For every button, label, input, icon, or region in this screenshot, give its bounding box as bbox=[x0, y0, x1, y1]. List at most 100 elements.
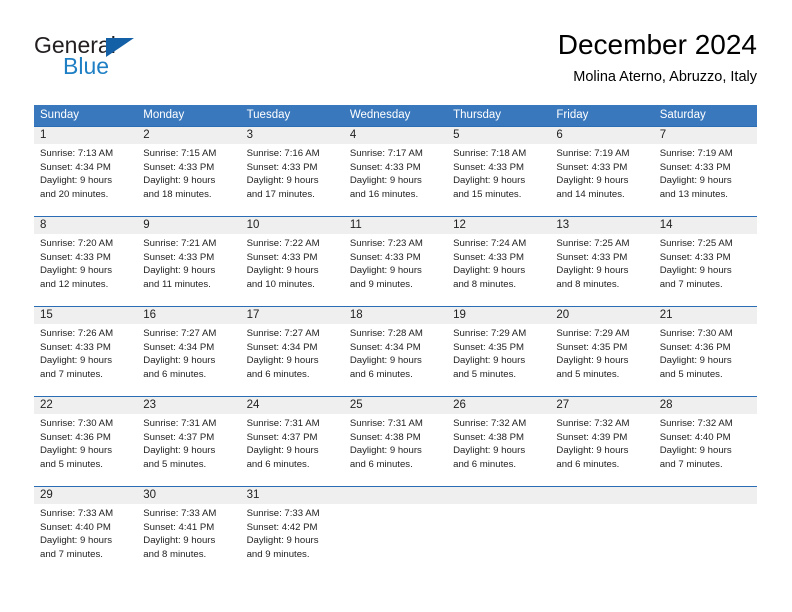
day-number-band: 4 bbox=[343, 127, 448, 144]
sunrise-text: Sunrise: 7:33 AM bbox=[40, 508, 114, 519]
sunrise-text: Sunrise: 7:31 AM bbox=[349, 418, 423, 429]
day-cell[interactable]: 30 Sunrise: 7:33 AM Sunset: 4:41 PM Dayl… bbox=[137, 487, 241, 576]
sunrise-text: Sunrise: 7:18 AM bbox=[453, 148, 527, 159]
sunset-text: Sunset: 4:33 PM bbox=[453, 251, 525, 263]
day-details: Sunrise: 7:33 AM Sunset: 4:40 PM Dayligh… bbox=[34, 504, 137, 561]
day-number-band: 26 bbox=[447, 397, 551, 414]
sunrise-text: Sunrise: 7:16 AM bbox=[246, 148, 320, 159]
day-number-band: 28 bbox=[653, 397, 757, 414]
week-row: 22 Sunrise: 7:30 AM Sunset: 4:36 PM Dayl… bbox=[34, 396, 757, 486]
page-subtitle: Molina Aterno, Abruzzo, Italy bbox=[573, 69, 757, 85]
day-number-band: 15 bbox=[34, 307, 138, 324]
day-details: Sunrise: 7:31 AM Sunset: 4:37 PM Dayligh… bbox=[241, 414, 344, 471]
day-cell[interactable]: 5 Sunrise: 7:18 AM Sunset: 4:33 PM Dayli… bbox=[447, 127, 551, 216]
daylight-text-line2: and 8 minutes. bbox=[556, 278, 620, 290]
day-cell[interactable]: 14 Sunrise: 7:25 AM Sunset: 4:33 PM Dayl… bbox=[653, 217, 757, 306]
daylight-text-line2: and 5 minutes. bbox=[40, 458, 103, 470]
day-cell-empty bbox=[447, 487, 551, 576]
day-number-band: 20 bbox=[550, 307, 654, 324]
day-number-band: 17 bbox=[240, 307, 344, 324]
day-cell[interactable]: 1 Sunrise: 7:13 AM Sunset: 4:34 PM Dayli… bbox=[34, 127, 138, 216]
day-cell[interactable]: 22 Sunrise: 7:30 AM Sunset: 4:36 PM Dayl… bbox=[34, 397, 138, 486]
day-cell[interactable]: 7 Sunrise: 7:19 AM Sunset: 4:33 PM Dayli… bbox=[653, 127, 757, 216]
day-details: Sunrise: 7:27 AM Sunset: 4:34 PM Dayligh… bbox=[137, 324, 240, 381]
daylight-text-line1: Daylight: 9 hours bbox=[453, 355, 526, 367]
day-cell[interactable]: 31 Sunrise: 7:33 AM Sunset: 4:42 PM Dayl… bbox=[240, 487, 344, 576]
day-details: Sunrise: 7:25 AM Sunset: 4:33 PM Dayligh… bbox=[550, 234, 653, 291]
day-cell[interactable]: 9 Sunrise: 7:21 AM Sunset: 4:33 PM Dayli… bbox=[137, 217, 241, 306]
day-cell[interactable]: 26 Sunrise: 7:32 AM Sunset: 4:38 PM Dayl… bbox=[447, 397, 551, 486]
day-number-band: 8 bbox=[34, 217, 138, 234]
empty-day-band bbox=[550, 487, 654, 504]
day-number-band: 2 bbox=[137, 127, 241, 144]
day-cell[interactable]: 25 Sunrise: 7:31 AM Sunset: 4:38 PM Dayl… bbox=[343, 397, 448, 486]
sunrise-text: Sunrise: 7:30 AM bbox=[659, 328, 733, 339]
sunset-text: Sunset: 4:33 PM bbox=[143, 161, 215, 173]
sunset-text: Sunset: 4:34 PM bbox=[143, 341, 215, 353]
day-cell[interactable]: 11 Sunrise: 7:23 AM Sunset: 4:33 PM Dayl… bbox=[343, 217, 448, 306]
day-cell[interactable]: 2 Sunrise: 7:15 AM Sunset: 4:33 PM Dayli… bbox=[137, 127, 241, 216]
day-cell[interactable]: 17 Sunrise: 7:27 AM Sunset: 4:34 PM Dayl… bbox=[240, 307, 344, 396]
day-details: Sunrise: 7:25 AM Sunset: 4:33 PM Dayligh… bbox=[654, 234, 757, 291]
daylight-text-line2: and 7 minutes. bbox=[40, 548, 103, 560]
day-details: Sunrise: 7:29 AM Sunset: 4:35 PM Dayligh… bbox=[447, 324, 550, 381]
weekday-header-saturday: Saturday bbox=[659, 109, 706, 121]
week-row: 29 Sunrise: 7:33 AM Sunset: 4:40 PM Dayl… bbox=[34, 486, 757, 576]
logo-text-blue: Blue bbox=[63, 53, 110, 79]
logo-triangle-icon bbox=[106, 38, 134, 57]
day-cell[interactable]: 16 Sunrise: 7:27 AM Sunset: 4:34 PM Dayl… bbox=[137, 307, 241, 396]
day-cell[interactable]: 23 Sunrise: 7:31 AM Sunset: 4:37 PM Dayl… bbox=[137, 397, 241, 486]
day-number: 3 bbox=[246, 129, 253, 141]
day-cell[interactable]: 20 Sunrise: 7:29 AM Sunset: 4:35 PM Dayl… bbox=[550, 307, 654, 396]
sunset-text: Sunset: 4:39 PM bbox=[556, 431, 628, 443]
day-number: 13 bbox=[556, 219, 570, 231]
daylight-text-line1: Daylight: 9 hours bbox=[143, 355, 216, 367]
calendar-page: General Blue December 2024 Molina Aterno… bbox=[0, 0, 792, 612]
day-number: 22 bbox=[40, 399, 53, 411]
daylight-text-line2: and 6 minutes. bbox=[143, 368, 207, 380]
daylight-text-line1: Daylight: 9 hours bbox=[40, 175, 112, 187]
daylight-text-line1: Daylight: 9 hours bbox=[556, 265, 629, 277]
week-row: 8 Sunrise: 7:20 AM Sunset: 4:33 PM Dayli… bbox=[34, 216, 757, 306]
sunrise-text: Sunrise: 7:17 AM bbox=[349, 148, 423, 159]
day-cell[interactable]: 3 Sunrise: 7:16 AM Sunset: 4:33 PM Dayli… bbox=[240, 127, 344, 216]
day-cell[interactable]: 15 Sunrise: 7:26 AM Sunset: 4:33 PM Dayl… bbox=[34, 307, 138, 396]
sunrise-text: Sunrise: 7:25 AM bbox=[659, 238, 733, 249]
general-blue-logo[interactable]: General Blue bbox=[34, 32, 234, 88]
day-number: 1 bbox=[40, 129, 47, 141]
day-number: 24 bbox=[246, 399, 260, 411]
daylight-text-line2: and 5 minutes. bbox=[659, 368, 723, 380]
day-number: 10 bbox=[246, 219, 260, 231]
week-row: 15 Sunrise: 7:26 AM Sunset: 4:33 PM Dayl… bbox=[34, 306, 757, 396]
day-details: Sunrise: 7:24 AM Sunset: 4:33 PM Dayligh… bbox=[447, 234, 550, 291]
daylight-text-line1: Daylight: 9 hours bbox=[659, 175, 732, 187]
day-cell[interactable]: 13 Sunrise: 7:25 AM Sunset: 4:33 PM Dayl… bbox=[550, 217, 654, 306]
day-details: Sunrise: 7:23 AM Sunset: 4:33 PM Dayligh… bbox=[344, 234, 447, 291]
sunset-text: Sunset: 4:36 PM bbox=[659, 341, 731, 353]
daylight-text-line1: Daylight: 9 hours bbox=[143, 265, 216, 277]
day-cell[interactable]: 4 Sunrise: 7:17 AM Sunset: 4:33 PM Dayli… bbox=[343, 127, 448, 216]
day-cell[interactable]: 12 Sunrise: 7:24 AM Sunset: 4:33 PM Dayl… bbox=[447, 217, 551, 306]
day-cell[interactable]: 19 Sunrise: 7:29 AM Sunset: 4:35 PM Dayl… bbox=[447, 307, 551, 396]
day-number: 4 bbox=[349, 129, 357, 141]
weekday-header-tuesday: Tuesday bbox=[246, 109, 291, 121]
daylight-text-line1: Daylight: 9 hours bbox=[453, 265, 526, 277]
day-number-band: 24 bbox=[240, 397, 344, 414]
day-number: 30 bbox=[143, 489, 157, 501]
day-cell[interactable]: 29 Sunrise: 7:33 AM Sunset: 4:40 PM Dayl… bbox=[34, 487, 138, 576]
day-cell[interactable]: 21 Sunrise: 7:30 AM Sunset: 4:36 PM Dayl… bbox=[653, 307, 757, 396]
day-number-band: 25 bbox=[343, 397, 448, 414]
day-cell[interactable]: 6 Sunrise: 7:19 AM Sunset: 4:33 PM Dayli… bbox=[550, 127, 654, 216]
daylight-text-line2: and 12 minutes. bbox=[40, 278, 109, 290]
sunset-text: Sunset: 4:38 PM bbox=[453, 431, 525, 443]
sunset-text: Sunset: 4:33 PM bbox=[40, 251, 111, 263]
title-block: December 2024 Molina Aterno, Abruzzo, It… bbox=[558, 28, 757, 88]
sunset-text: Sunset: 4:34 PM bbox=[40, 161, 111, 173]
day-cell[interactable]: 24 Sunrise: 7:31 AM Sunset: 4:37 PM Dayl… bbox=[240, 397, 344, 486]
day-cell[interactable]: 10 Sunrise: 7:22 AM Sunset: 4:33 PM Dayl… bbox=[240, 217, 344, 306]
day-cell[interactable]: 18 Sunrise: 7:28 AM Sunset: 4:34 PM Dayl… bbox=[343, 307, 448, 396]
day-cell[interactable]: 27 Sunrise: 7:32 AM Sunset: 4:39 PM Dayl… bbox=[550, 397, 654, 486]
day-cell[interactable]: 8 Sunrise: 7:20 AM Sunset: 4:33 PM Dayli… bbox=[34, 217, 138, 306]
day-cell[interactable]: 28 Sunrise: 7:32 AM Sunset: 4:40 PM Dayl… bbox=[653, 397, 757, 486]
day-number: 15 bbox=[40, 309, 53, 321]
